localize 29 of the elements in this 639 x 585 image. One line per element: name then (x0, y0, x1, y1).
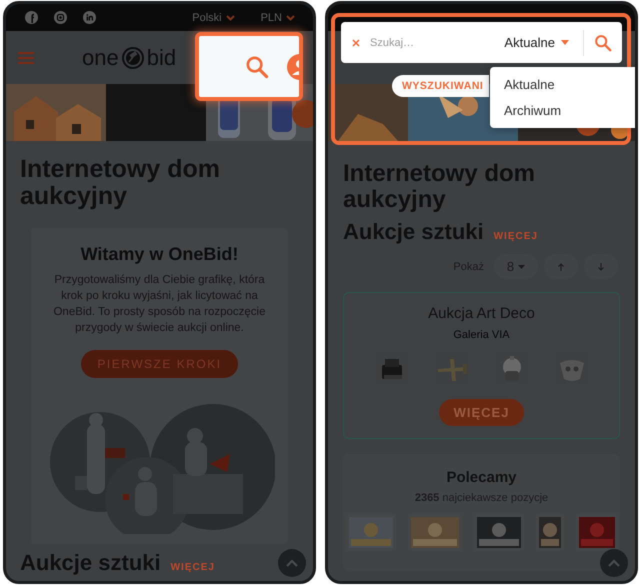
more-link[interactable]: WIĘCEJ (170, 562, 215, 573)
search-icon[interactable] (245, 54, 269, 78)
currency-selector[interactable]: PLN (260, 12, 282, 24)
social-icon[interactable] (25, 11, 38, 24)
seller-name: Galeria VIA (453, 329, 510, 341)
more-link[interactable]: WIĘCEJ (494, 231, 538, 242)
scroll-top-button[interactable] (278, 549, 306, 577)
caret-down-icon (518, 264, 526, 268)
card-title: Witamy w OneBid! (80, 244, 238, 265)
search-label: WYSZUKIWANI (392, 75, 490, 97)
chevron-down-icon (286, 14, 295, 20)
close-icon[interactable] (352, 38, 360, 46)
scope-dropdown[interactable]: Aktualne (504, 35, 569, 50)
social-icon[interactable] (83, 11, 96, 24)
scroll-top-button[interactable] (600, 549, 628, 577)
menu-item[interactable]: Archiwum (504, 101, 635, 121)
search-icon[interactable] (594, 34, 612, 52)
arrow-down-icon (598, 262, 604, 270)
chevron-up-icon (286, 559, 298, 567)
search-field[interactable]: Szukaj… Aktualne (341, 22, 622, 63)
chevron-up-icon (608, 559, 620, 567)
menu-item[interactable]: Aktualne (504, 75, 635, 95)
language-selector[interactable]: Polski (192, 12, 222, 24)
gavel-icon[interactable] (122, 46, 144, 68)
caret-down-icon (561, 40, 569, 45)
arrow-up-icon (558, 262, 564, 270)
social-icon[interactable] (54, 11, 67, 24)
chevron-down-icon (226, 14, 235, 20)
user-icon[interactable] (287, 54, 299, 80)
